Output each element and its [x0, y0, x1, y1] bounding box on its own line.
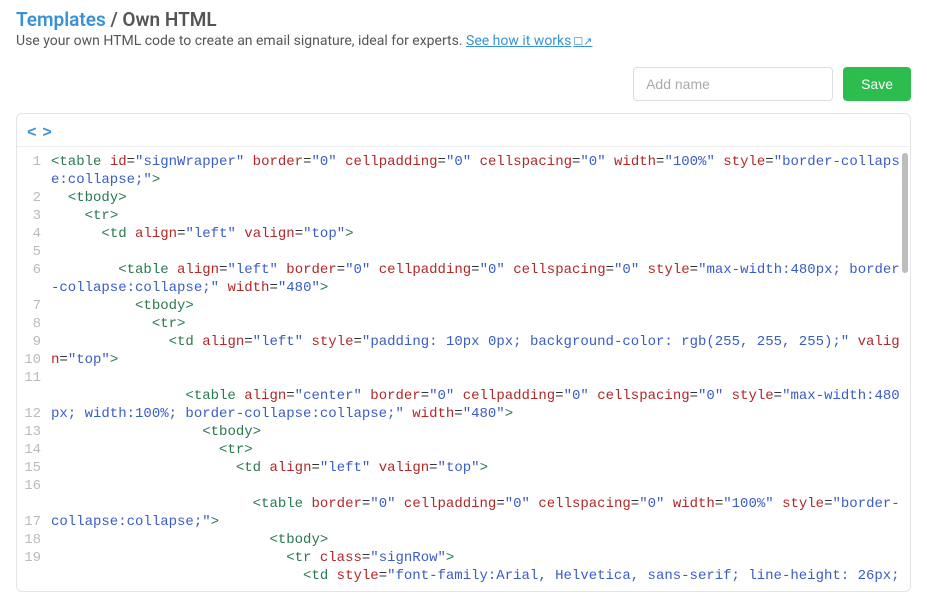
- line-number: 10: [17, 351, 41, 369]
- code-icon[interactable]: < >: [27, 124, 50, 142]
- how-it-works-link[interactable]: See how it works☐↗: [466, 33, 592, 49]
- code-content[interactable]: <table id="signWrapper" border="0" cellp…: [47, 147, 910, 587]
- line-number: 5: [17, 243, 41, 261]
- breadcrumb-sep: /: [106, 8, 123, 31]
- breadcrumb-current: Own HTML: [122, 8, 216, 31]
- code-line[interactable]: <tbody>: [51, 531, 906, 549]
- line-number: 11: [17, 369, 41, 387]
- line-number: 4: [17, 225, 41, 243]
- line-number: 18: [17, 531, 41, 549]
- line-number: 16: [17, 477, 41, 495]
- code-line[interactable]: [51, 477, 906, 495]
- code-line[interactable]: <td align="left" valign="top">: [51, 459, 906, 477]
- line-number: 14: [17, 441, 41, 459]
- code-line[interactable]: <table border="0" cellpadding="0" cellsp…: [51, 495, 906, 531]
- line-number: 1: [17, 153, 41, 171]
- line-number: 6: [17, 261, 41, 279]
- code-line[interactable]: <tr>: [51, 315, 906, 333]
- code-line[interactable]: [51, 243, 906, 261]
- code-line[interactable]: [51, 369, 906, 387]
- external-link-icon: ☐↗: [573, 35, 592, 48]
- line-number: 2: [17, 189, 41, 207]
- code-line[interactable]: <tbody>: [51, 423, 906, 441]
- code-editor: < > 1 23456 7891011 1213141516 171819 <t…: [16, 113, 911, 592]
- code-line[interactable]: <td align="left" style="padding: 10px 0p…: [51, 333, 906, 369]
- code-line[interactable]: <tr>: [51, 441, 906, 459]
- template-name-input[interactable]: [633, 67, 833, 101]
- code-line[interactable]: <tr class="signRow">: [51, 549, 906, 567]
- code-line[interactable]: <td align="left" valign="top">: [51, 225, 906, 243]
- line-gutter: 1 23456 7891011 1213141516 171819: [17, 147, 47, 591]
- line-number: 17: [17, 513, 41, 531]
- code-line[interactable]: <tr>: [51, 207, 906, 225]
- line-number: 12: [17, 405, 41, 423]
- line-number: 3: [17, 207, 41, 225]
- code-line[interactable]: <table id="signWrapper" border="0" cellp…: [51, 153, 906, 189]
- line-number: 13: [17, 423, 41, 441]
- breadcrumb: Templates / Own HTML: [16, 8, 911, 31]
- code-line[interactable]: <tbody>: [51, 297, 906, 315]
- save-button[interactable]: Save: [843, 67, 911, 101]
- subtitle: Use your own HTML code to create an emai…: [16, 33, 911, 49]
- code-line[interactable]: <table align="center" border="0" cellpad…: [51, 387, 906, 423]
- code-line[interactable]: <table align="left" border="0" cellpaddi…: [51, 261, 906, 297]
- line-number: 8: [17, 315, 41, 333]
- code-line[interactable]: <td style="font-family:Arial, Helvetica,…: [51, 567, 906, 587]
- line-number: 15: [17, 459, 41, 477]
- line-number: 19: [17, 549, 41, 567]
- scrollbar-thumb[interactable]: [902, 153, 908, 273]
- subtitle-text: Use your own HTML code to create an emai…: [16, 33, 466, 49]
- code-line[interactable]: <tbody>: [51, 189, 906, 207]
- breadcrumb-parent[interactable]: Templates: [16, 8, 106, 31]
- line-number: 9: [17, 333, 41, 351]
- line-number: 7: [17, 297, 41, 315]
